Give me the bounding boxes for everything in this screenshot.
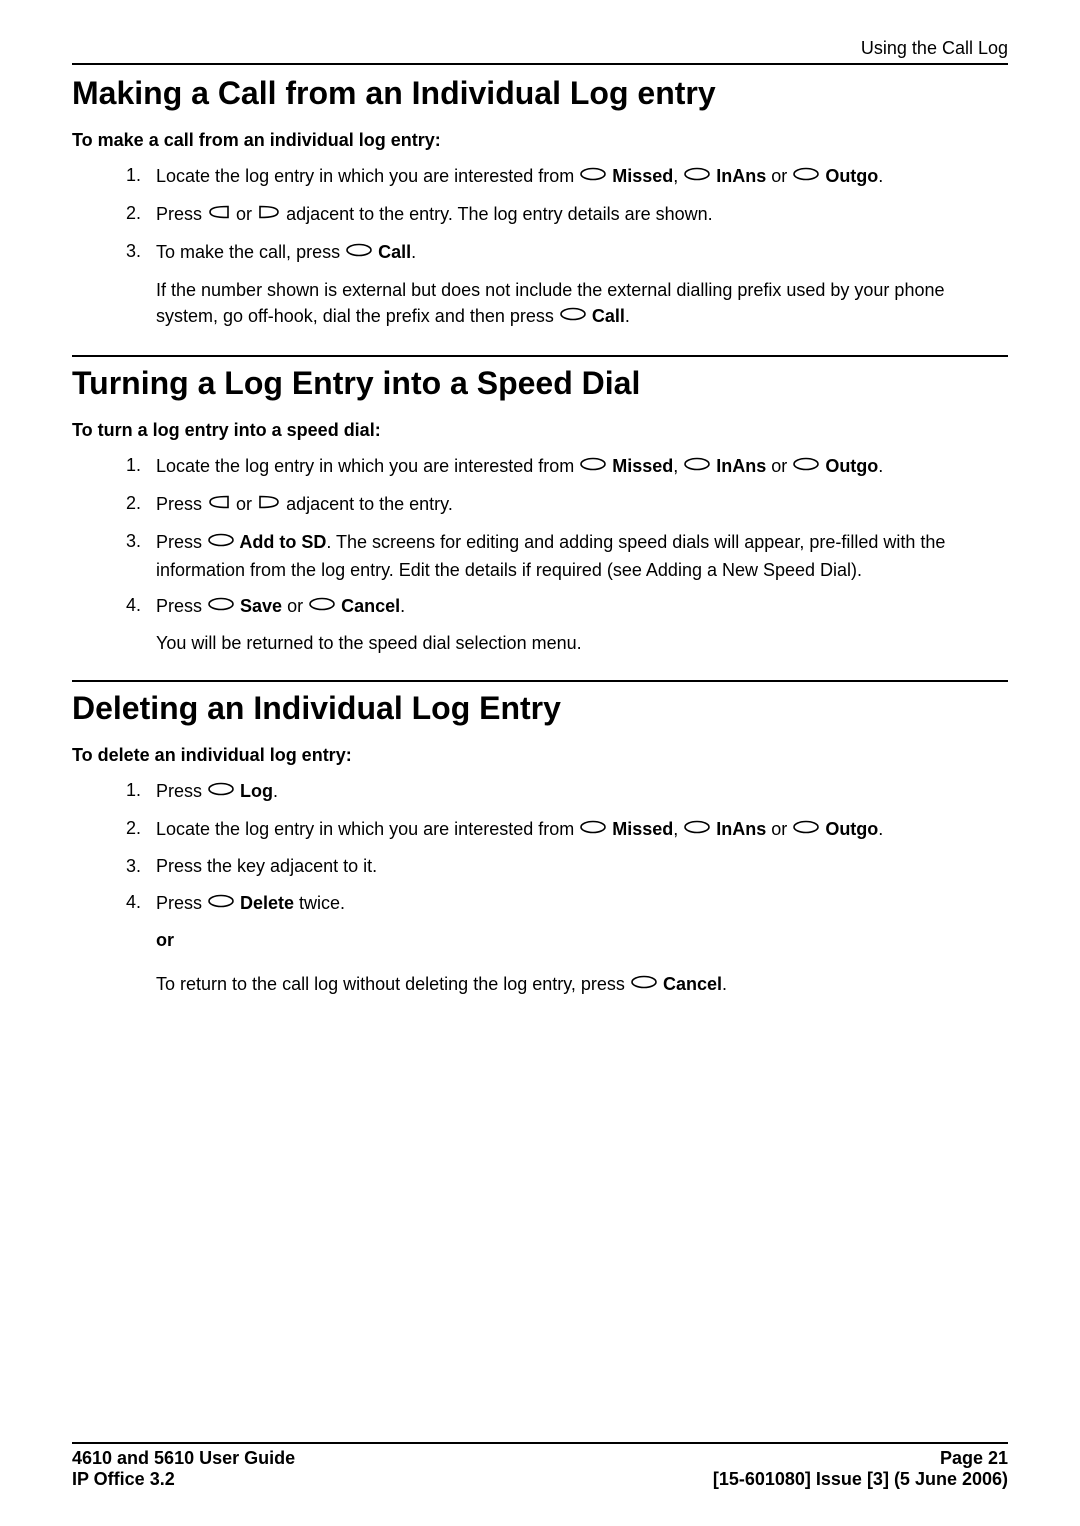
divider <box>72 355 1008 357</box>
s3-step1: 1. Press Log. <box>126 778 1008 806</box>
s3-note: To return to the call log without deleti… <box>156 971 1008 999</box>
lozenge-icon <box>631 971 657 996</box>
page-header: Using the Call Log <box>72 38 1008 65</box>
s1-note: If the number shown is external but does… <box>156 278 1008 331</box>
lozenge-icon <box>793 816 819 841</box>
s3-step3: 3. Press the key adjacent to it. <box>126 854 1008 879</box>
footer-page-number: Page 21 <box>713 1448 1008 1469</box>
left-half-icon <box>208 201 230 226</box>
section3-title: Deleting an Individual Log Entry <box>72 690 1008 727</box>
lozenge-icon <box>580 453 606 478</box>
right-half-icon <box>258 491 280 516</box>
s2-step1: 1. Locate the log entry in which you are… <box>126 453 1008 481</box>
section1-intro: To make a call from an individual log en… <box>72 130 1008 151</box>
section3-list: 1. Press Log. 2. Locate the log entry in… <box>126 778 1008 918</box>
lozenge-icon <box>208 778 234 803</box>
section1-list: 1. Locate the log entry in which you are… <box>126 163 1008 268</box>
lozenge-icon <box>684 816 710 841</box>
lozenge-icon <box>208 593 234 618</box>
right-half-icon <box>258 201 280 226</box>
lozenge-icon <box>793 163 819 188</box>
s2-step4: 4. Press Save or Cancel. <box>126 593 1008 621</box>
lozenge-icon <box>560 303 586 328</box>
section2-title: Turning a Log Entry into a Speed Dial <box>72 365 1008 402</box>
s1-step2: 2. Press or adjacent to the entry. The l… <box>126 201 1008 229</box>
s2-step3: 3. Press Add to SD. The screens for edit… <box>126 529 1008 582</box>
lozenge-icon <box>793 453 819 478</box>
section2-intro: To turn a log entry into a speed dial: <box>72 420 1008 441</box>
header-context: Using the Call Log <box>861 38 1008 58</box>
s3-or: or <box>156 928 1008 953</box>
section2-list: 1. Locate the log entry in which you are… <box>126 453 1008 621</box>
s2-step2: 2. Press or adjacent to the entry. <box>126 491 1008 519</box>
left-half-icon <box>208 491 230 516</box>
lozenge-icon <box>580 816 606 841</box>
page-footer: 4610 and 5610 User Guide IP Office 3.2 P… <box>72 1442 1008 1490</box>
s3-step4: 4. Press Delete twice. <box>126 890 1008 918</box>
lozenge-icon <box>684 453 710 478</box>
lozenge-icon <box>208 529 234 554</box>
divider <box>72 680 1008 682</box>
s2-note: You will be returned to the speed dial s… <box>156 631 1008 656</box>
footer-left: 4610 and 5610 User Guide IP Office 3.2 <box>72 1448 295 1490</box>
lozenge-icon <box>684 163 710 188</box>
footer-product: IP Office 3.2 <box>72 1469 295 1490</box>
s1-step1: 1. Locate the log entry in which you are… <box>126 163 1008 191</box>
s1-step3: 3. To make the call, press Call. <box>126 239 1008 267</box>
lozenge-icon <box>208 890 234 915</box>
section1-title: Making a Call from an Individual Log ent… <box>72 75 1008 112</box>
footer-issue: [15-601080] Issue [3] (5 June 2006) <box>713 1469 1008 1490</box>
lozenge-icon <box>346 239 372 264</box>
lozenge-icon <box>309 593 335 618</box>
s3-step2: 2. Locate the log entry in which you are… <box>126 816 1008 844</box>
lozenge-icon <box>580 163 606 188</box>
section3-intro: To delete an individual log entry: <box>72 745 1008 766</box>
footer-right: Page 21 [15-601080] Issue [3] (5 June 20… <box>713 1448 1008 1490</box>
footer-guide-title: 4610 and 5610 User Guide <box>72 1448 295 1469</box>
